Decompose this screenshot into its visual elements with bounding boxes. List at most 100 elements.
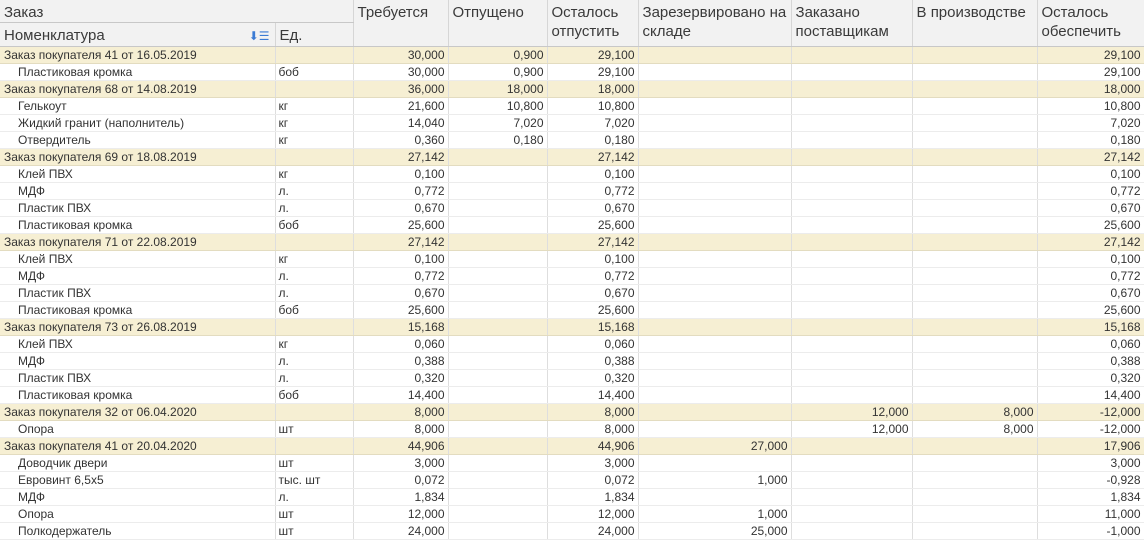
table-row[interactable]: Клей ПВХ кг 0,100 0,100 0,100 — [0, 165, 1144, 183]
reserved-cell — [638, 454, 792, 472]
table-row[interactable]: Пластиковая кромка боб 30,000 0,900 29,100 29… — [0, 63, 1144, 81]
required-cell: 0,670 — [353, 284, 449, 302]
table-row[interactable]: Жидкий гранит (наполнитель) кг 14,040 7,020… — [0, 114, 1144, 132]
order-group-row[interactable]: Заказ покупателя 73 от 26.08.2019 15,168 1… — [0, 318, 1144, 336]
unit-cell: боб — [275, 386, 354, 404]
ordered-suppliers-cell — [791, 63, 913, 81]
released-cell: 0,900 — [448, 46, 548, 64]
in-production-cell — [912, 97, 1038, 115]
name-cell: Пластиковая кромка — [0, 386, 276, 404]
released-cell — [448, 318, 548, 336]
reserved-cell — [638, 318, 792, 336]
released-cell — [448, 267, 548, 285]
col-header-nomenclature[interactable]: ⬇☰ Номенклатура — [0, 22, 276, 47]
released-cell — [448, 233, 548, 251]
released-cell — [448, 471, 548, 489]
unit-cell: кг — [275, 165, 354, 183]
remaining-release-cell: 8,000 — [547, 403, 639, 421]
order-group-row[interactable]: Заказ покупателя 32 от 06.04.2020 8,000 8,… — [0, 403, 1144, 421]
table-row[interactable]: Пластик ПВХ л. 0,670 0,670 0,670 — [0, 199, 1144, 217]
order-group-row[interactable]: Заказ покупателя 69 от 18.08.2019 27,142 2… — [0, 148, 1144, 166]
ordered-suppliers-cell — [791, 301, 913, 319]
col-header-in-production[interactable]: В производстве — [912, 0, 1038, 47]
table-row[interactable]: МДФ л. 0,772 0,772 0,772 — [0, 182, 1144, 200]
table-body: Заказ покупателя 41 от 16.05.2019 30,000 0… — [0, 46, 1144, 540]
ordered-suppliers-cell — [791, 131, 913, 149]
col-header-unit[interactable]: Ед. — [275, 22, 354, 47]
ordered-suppliers-cell — [791, 80, 913, 98]
remaining-provide-cell: 0,320 — [1037, 369, 1144, 387]
released-cell: 0,180 — [448, 131, 548, 149]
name-cell: Опора — [0, 505, 276, 523]
remaining-provide-cell: 0,670 — [1037, 199, 1144, 217]
unit-cell: шт — [275, 420, 354, 438]
released-cell — [448, 284, 548, 302]
ordered-suppliers-cell — [791, 165, 913, 183]
table-row[interactable]: Евровинт 6,5х5 тыс. шт 0,072 0,072 1,000 -0,9… — [0, 471, 1144, 489]
col-header-remaining-release[interactable]: Осталось отпустить — [547, 0, 639, 47]
table-row[interactable]: Пластиковая кромка боб 25,600 25,600 25,600 — [0, 301, 1144, 319]
required-cell: 0,772 — [353, 267, 449, 285]
required-cell: 0,100 — [353, 165, 449, 183]
table-row[interactable]: Полкодержатель шт 24,000 24,000 25,000 -1,000 — [0, 522, 1144, 540]
table-row[interactable]: МДФ л. 0,388 0,388 0,388 — [0, 352, 1144, 370]
unit-cell: кг — [275, 131, 354, 149]
reserved-cell: 1,000 — [638, 471, 792, 489]
required-cell: 25,600 — [353, 301, 449, 319]
col-header-required[interactable]: Требуется — [353, 0, 449, 47]
order-group-row[interactable]: Заказ покупателя 41 от 16.05.2019 30,000 0… — [0, 46, 1144, 64]
unit-cell: боб — [275, 63, 354, 81]
released-cell: 10,800 — [448, 97, 548, 115]
ordered-suppliers-cell — [791, 318, 913, 336]
col-header-remaining-provide[interactable]: Осталось обеспечить — [1037, 0, 1144, 47]
col-header-released[interactable]: Отпущено — [448, 0, 548, 47]
orders-report-table: Заказ Требуется Отпущено Осталось отпуст… — [0, 0, 1144, 540]
released-cell — [448, 488, 548, 506]
unit-cell: шт — [275, 505, 354, 523]
name-cell: Заказ покупателя 71 от 22.08.2019 — [0, 233, 276, 251]
in-production-cell — [912, 46, 1038, 64]
released-cell — [448, 199, 548, 217]
remaining-provide-cell: 27,142 — [1037, 148, 1144, 166]
unit-cell: кг — [275, 97, 354, 115]
table-row[interactable]: Доводчик двери шт 3,000 3,000 3,000 — [0, 454, 1144, 472]
required-cell: 27,142 — [353, 148, 449, 166]
released-cell: 7,020 — [448, 114, 548, 132]
released-cell — [448, 420, 548, 438]
order-group-row[interactable]: Заказ покупателя 41 от 20.04.2020 44,906 4… — [0, 437, 1144, 455]
table-row[interactable]: Клей ПВХ кг 0,100 0,100 0,100 — [0, 250, 1144, 268]
name-cell: Пластик ПВХ — [0, 199, 276, 217]
order-group-row[interactable]: Заказ покупателя 68 от 14.08.2019 36,000 1… — [0, 80, 1144, 98]
reserved-cell — [638, 301, 792, 319]
table-row[interactable]: Пластиковая кромка боб 25,600 25,600 25,600 — [0, 216, 1144, 234]
table-row[interactable]: Пластиковая кромка боб 14,400 14,400 14,400 — [0, 386, 1144, 404]
remaining-release-cell: 25,600 — [547, 301, 639, 319]
ordered-suppliers-cell — [791, 284, 913, 302]
name-cell: Жидкий гранит (наполнитель) — [0, 114, 276, 132]
unit-cell: тыс. шт — [275, 471, 354, 489]
required-cell: 1,834 — [353, 488, 449, 506]
ordered-suppliers-cell — [791, 505, 913, 523]
col-header-order[interactable]: Заказ — [0, 0, 354, 23]
order-group-row[interactable]: Заказ покупателя 71 от 22.08.2019 27,142 2… — [0, 233, 1144, 251]
table-row[interactable]: Отвердитель кг 0,360 0,180 0,180 0,180 — [0, 131, 1144, 149]
remaining-provide-cell: 1,834 — [1037, 488, 1144, 506]
released-cell — [448, 216, 548, 234]
unit-cell — [275, 80, 354, 98]
table-row[interactable]: Пластик ПВХ л. 0,670 0,670 0,670 — [0, 284, 1144, 302]
table-row[interactable]: МДФ л. 0,772 0,772 0,772 — [0, 267, 1144, 285]
in-production-cell — [912, 199, 1038, 217]
table-row[interactable]: Опора шт 8,000 8,000 12,000 8,000 -12,000 — [0, 420, 1144, 438]
col-header-ordered-suppliers[interactable]: Заказано поставщикам — [791, 0, 913, 47]
table-row[interactable]: Клей ПВХ кг 0,060 0,060 0,060 — [0, 335, 1144, 353]
remaining-release-cell: 14,400 — [547, 386, 639, 404]
sort-icon[interactable]: ⬇☰ — [249, 27, 270, 46]
col-header-reserved[interactable]: Зарезервировано на складе — [638, 0, 792, 47]
ordered-suppliers-cell — [791, 471, 913, 489]
table-row[interactable]: Гелькоут кг 21,600 10,800 10,800 10,800 — [0, 97, 1144, 115]
table-row[interactable]: Пластик ПВХ л. 0,320 0,320 0,320 — [0, 369, 1144, 387]
unit-cell — [275, 318, 354, 336]
col-header-nomenclature-label: Номенклатура — [4, 27, 105, 44]
table-row[interactable]: Опора шт 12,000 12,000 1,000 11,000 — [0, 505, 1144, 523]
table-row[interactable]: МДФ л. 1,834 1,834 1,834 — [0, 488, 1144, 506]
